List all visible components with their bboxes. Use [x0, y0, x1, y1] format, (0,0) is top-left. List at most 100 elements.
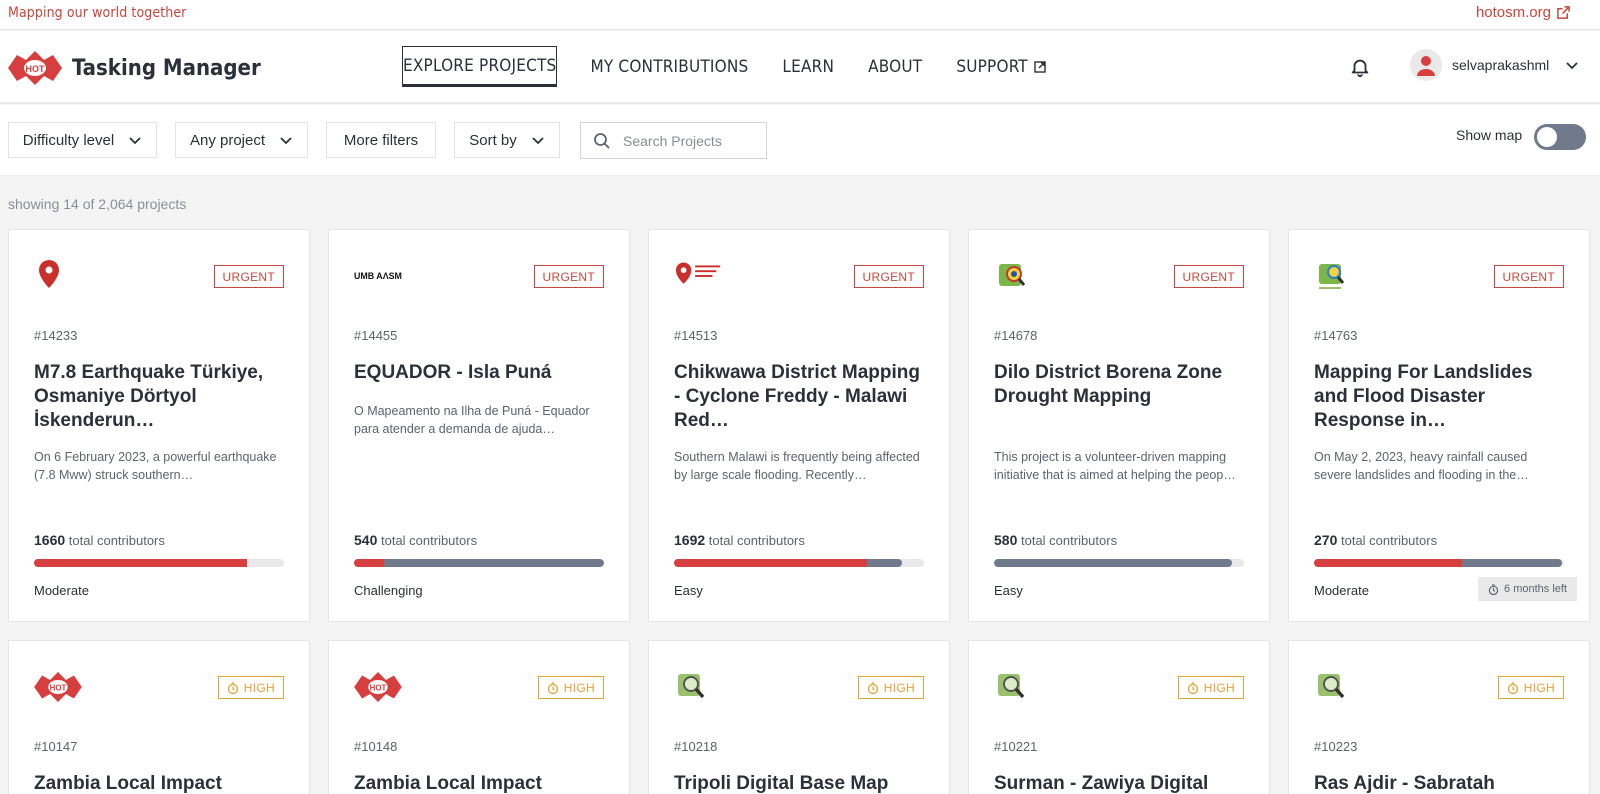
contributors-count: 1692 total contributors	[674, 532, 805, 548]
difficulty-filter[interactable]: Difficulty level	[8, 122, 157, 158]
show-map-toggle[interactable]	[1534, 124, 1586, 150]
project-card[interactable]: URGENT #14233 M7.8 Earthquake Türkiye, Osm…	[8, 229, 310, 622]
chevron-down-icon[interactable]	[1565, 58, 1579, 72]
more-filters-button[interactable]: More filters	[326, 122, 436, 158]
sort-by-dropdown[interactable]: Sort by	[454, 122, 560, 158]
project-card[interactable]: HIGH #10218 Tripoli Digital Base Map	[648, 640, 950, 794]
chevron-down-icon	[280, 137, 292, 145]
difficulty-label: Moderate	[1314, 583, 1369, 598]
brand-name[interactable]: Tasking Manager	[72, 56, 261, 81]
priority-badge-label: HIGH	[1203, 680, 1235, 695]
search-input[interactable]	[623, 132, 753, 149]
brand[interactable]: HOT Tasking Manager	[8, 51, 261, 85]
project-id: #10218	[674, 739, 718, 754]
organisation-logo: HOT	[34, 667, 84, 707]
contributors-number: 1660	[34, 532, 66, 548]
priority-badge: URGENT	[1173, 265, 1244, 288]
project-card[interactable]: URGENT #14763 Mapping For Landslides and F…	[1288, 229, 1590, 622]
organisation-logo: UMB AΛSM	[354, 256, 404, 296]
organisation-logo	[674, 256, 724, 296]
project-id: #10147	[34, 739, 78, 754]
project-title[interactable]: Surman - Zawiya Digital	[994, 772, 1249, 794]
search-box[interactable]	[580, 122, 767, 159]
time-left-label: 6 months left	[1504, 583, 1567, 595]
progress-mapped	[674, 559, 867, 567]
project-id: #10221	[994, 739, 1038, 754]
contributors-count: 1660 total contributors	[34, 532, 165, 548]
project-card[interactable]: HOT HIGH #10147 Zambia Local Impact	[8, 640, 310, 794]
external-link-icon	[1557, 6, 1570, 19]
organisation-logo	[1314, 256, 1364, 296]
sort-by-label[interactable]: Sort by	[469, 132, 517, 149]
nav-explore-projects[interactable]: EXPLORE PROJECTS	[401, 46, 558, 87]
timer-icon	[1507, 681, 1518, 694]
project-card[interactable]: HIGH #10223 Ras Ajdir - Sabratah	[1288, 640, 1590, 794]
project-title[interactable]: Mapping For Landslides and Flood Disaste…	[1314, 361, 1569, 433]
nav-my-contributions[interactable]: MY CONTRIBUTIONS	[590, 47, 748, 86]
search-icon	[594, 132, 610, 149]
project-filter-label[interactable]: Any project	[190, 132, 265, 149]
more-filters-label[interactable]: More filters	[344, 132, 418, 149]
nav-learn[interactable]: LEARN	[782, 47, 834, 86]
progress-mapped	[34, 559, 247, 567]
progress-bar	[994, 559, 1244, 567]
time-left-badge: 6 months left	[1478, 577, 1577, 601]
contributors-number: 270	[1314, 532, 1338, 548]
organisation-logo	[994, 667, 1044, 707]
chevron-down-icon	[532, 137, 544, 145]
organisation-logo	[1314, 667, 1364, 707]
nav-support[interactable]: SUPPORT	[956, 47, 1046, 86]
project-title[interactable]: Dilo District Borena Zone Drought Mappin…	[994, 361, 1249, 409]
timer-icon	[1488, 583, 1499, 595]
project-title[interactable]: EQUADOR - Isla Puná	[354, 361, 609, 385]
difficulty-filter-label[interactable]: Difficulty level	[23, 132, 114, 149]
project-id: #14455	[354, 328, 398, 343]
project-count: showing 14 of 2,064 projects	[8, 196, 187, 212]
priority-badge: HIGH	[217, 676, 284, 699]
chevron-down-icon	[129, 137, 141, 145]
project-card[interactable]: HIGH #10221 Surman - Zawiya Digital	[968, 640, 1270, 794]
project-title[interactable]: Zambia Local Impact	[354, 772, 609, 794]
svg-text:UMB AΛSM: UMB AΛSM	[354, 271, 402, 281]
priority-badge-label: HIGH	[563, 680, 595, 695]
project-id: #14513	[674, 328, 718, 343]
contributors-label: total contributors	[1020, 533, 1118, 548]
project-title[interactable]: Zambia Local Impact	[34, 772, 289, 794]
svg-text:HOT: HOT	[370, 684, 387, 693]
priority-badge-label: HIGH	[1523, 680, 1555, 695]
project-card[interactable]: HOT HIGH #10148 Zambia Local Impact	[328, 640, 630, 794]
progress-bar	[354, 559, 604, 567]
project-card[interactable]: UMB AΛSM URGENT #14455 EQUADOR - Isla Puná O…	[328, 229, 630, 622]
contributors-label: total contributors	[380, 533, 478, 548]
project-card[interactable]: URGENT #14513 Chikwawa District Mapping - …	[648, 229, 950, 622]
timer-icon	[227, 681, 238, 694]
avatar[interactable]	[1410, 49, 1442, 81]
project-description: Southern Malawi is frequently being affe…	[674, 450, 920, 482]
project-title[interactable]: Ras Ajdir - Sabratah	[1314, 772, 1569, 794]
hotosm-link-label[interactable]: hotosm.org	[1476, 4, 1551, 21]
priority-badge: HIGH	[1177, 676, 1244, 699]
project-title[interactable]: M7.8 Earthquake Türkiye, Osmaniye Dörtyo…	[34, 361, 289, 433]
project-title[interactable]: Tripoli Digital Base Map	[674, 772, 929, 794]
organisation-logo: HOT	[354, 667, 404, 707]
priority-badge: URGENT	[1493, 265, 1564, 288]
notification-bell-icon[interactable]	[1349, 56, 1371, 78]
user-menu[interactable]: selvaprakashml	[1410, 49, 1579, 81]
filter-bar: Difficulty level Any project More filter…	[0, 105, 1600, 176]
project-id: #10148	[354, 739, 398, 754]
difficulty-label: Moderate	[34, 583, 89, 598]
project-card[interactable]: URGENT #14678 Dilo District Borena Zone Dr…	[968, 229, 1270, 622]
project-title[interactable]: Chikwawa District Mapping - Cyclone Fred…	[674, 361, 929, 433]
difficulty-label: Easy	[994, 583, 1023, 598]
hotosm-link[interactable]: hotosm.org	[1476, 4, 1570, 21]
nav-support-label[interactable]: SUPPORT	[956, 57, 1028, 77]
priority-badge-label: URGENT	[1182, 269, 1235, 284]
progress-validated	[994, 559, 1232, 567]
username[interactable]: selvaprakashml	[1452, 57, 1549, 73]
project-description: This project is a volunteer-driven mappi…	[994, 450, 1236, 482]
project-filter[interactable]: Any project	[175, 122, 308, 158]
toggle-knob	[1537, 127, 1557, 147]
nav-about[interactable]: ABOUT	[868, 47, 922, 86]
main-nav: HOT Tasking Manager EXPLORE PROJECTS MY …	[0, 31, 1600, 104]
top-strip: Mapping our world together hotosm.org	[0, 0, 1600, 30]
